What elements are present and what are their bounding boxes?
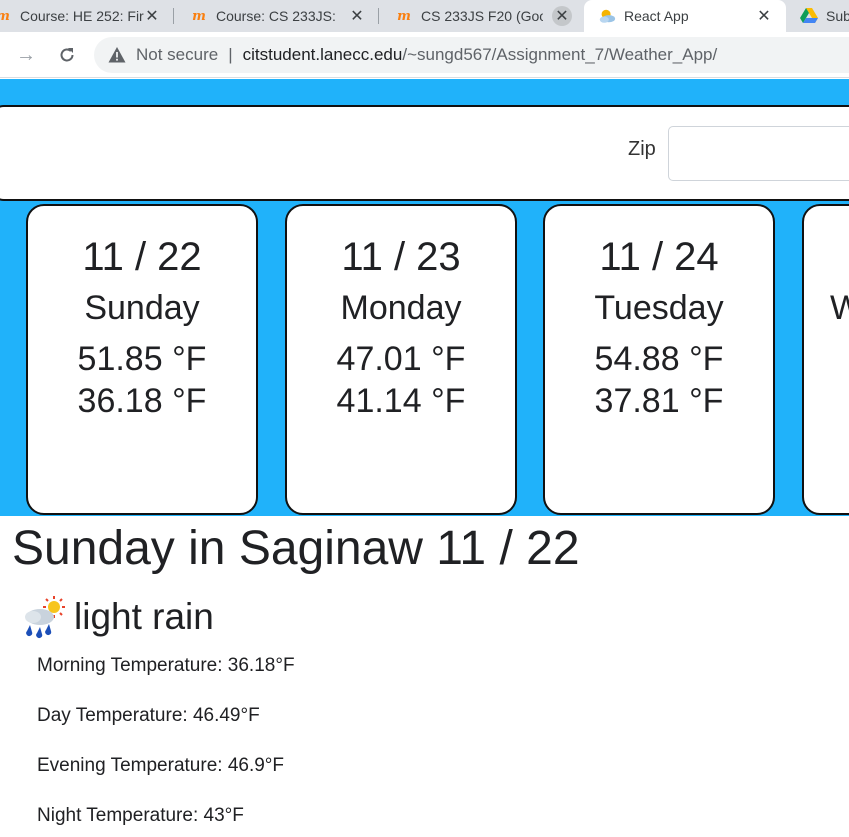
forecast-card[interactable]: 11 / 22 Sunday 51.85 °F 36.18 °F	[26, 204, 258, 515]
forecast-card[interactable]: 11 / 24 Tuesday 54.88 °F 37.81 °F	[543, 204, 775, 515]
detail-title: Sunday in Saginaw 11 / 22	[12, 522, 580, 575]
moodle-icon: m	[0, 7, 12, 25]
tab-course-cs233js[interactable]: m Course: CS 233JS: F ✕	[174, 0, 379, 32]
card-date: 11 / 22	[82, 235, 202, 279]
card-day: Tuesday	[594, 289, 724, 327]
url-host: citstudent.lanecc.edu	[242, 45, 403, 64]
card-low-temp: 37.81 °F	[594, 382, 724, 420]
close-icon[interactable]: ✕	[347, 6, 367, 26]
card-high-temp: 51.85 °F	[77, 340, 207, 378]
card-day: Monday	[340, 289, 462, 327]
warning-icon[interactable]	[108, 46, 126, 64]
tab-strip: m Course: HE 252: Fir ✕ m Course: CS 233…	[0, 0, 849, 32]
tab-title: Course: HE 252: Fir	[20, 8, 144, 24]
reload-button[interactable]	[53, 41, 81, 69]
card-date	[830, 234, 849, 280]
card-low-temp: 41.14 °F	[336, 382, 466, 420]
card-day: Sunday	[84, 289, 200, 327]
card-date: 11 / 24	[599, 235, 719, 279]
forecast-card[interactable]: 11 / 23 Monday 47.01 °F 41.14 °F	[285, 204, 517, 515]
zip-input[interactable]	[668, 126, 849, 181]
tab-title: React App	[624, 8, 689, 24]
tab-title: Course: CS 233JS: F	[216, 8, 336, 24]
tab-react-app[interactable]: React App ✕	[584, 0, 786, 32]
browser-toolbar: → Not secure | citstudent.lanecc.edu/~su…	[0, 32, 849, 78]
weather-description: light rain	[74, 596, 214, 637]
weather-icon	[598, 7, 616, 25]
card-high-temp: 47.01 °F	[336, 340, 466, 378]
url-divider: |	[228, 45, 233, 64]
zip-label: Zip	[628, 138, 656, 160]
address-bar[interactable]: Not secure | citstudent.lanecc.edu/~sung…	[94, 37, 849, 73]
tab-course-he252[interactable]: m Course: HE 252: Fir ✕	[0, 0, 174, 32]
moodle-icon: m	[397, 8, 411, 24]
forward-button[interactable]: →	[12, 41, 40, 69]
url-path: /~sungd567/Assignment_7/Weather_App/	[402, 45, 718, 64]
close-icon[interactable]: ✕	[552, 6, 572, 26]
tab-cs233js-f20[interactable]: m CS 233JS F20 (Goo ✕	[379, 0, 584, 32]
morning-temperature: Morning Temperature: 36.18°F	[37, 655, 295, 676]
card-low-temp: 36.18 °F	[77, 382, 207, 420]
tab-title: CS 233JS F20 (Goo	[421, 8, 543, 24]
close-icon[interactable]: ✕	[754, 6, 774, 26]
forecast-card[interactable]: W	[802, 204, 849, 515]
card-day: W	[830, 289, 849, 327]
tab-sub[interactable]: Sub	[786, 0, 849, 32]
reload-icon	[60, 48, 74, 62]
security-label[interactable]: Not secure	[136, 45, 218, 65]
weather-summary: light rain	[20, 593, 214, 641]
close-icon[interactable]: ✕	[142, 6, 162, 26]
google-drive-icon	[800, 7, 818, 25]
night-temperature: Night Temperature: 43°F	[37, 805, 244, 826]
day-temperature: Day Temperature: 46.49°F	[37, 705, 260, 726]
moodle-icon: m	[192, 8, 206, 24]
evening-temperature: Evening Temperature: 46.9°F	[37, 755, 284, 776]
card-date: 11 / 23	[341, 235, 461, 279]
light-rain-icon	[25, 596, 65, 639]
page-content: Zip 11 / 22 Sunday 51.85 °F 36.18 °F 11 …	[0, 79, 849, 837]
card-high-temp: 54.88 °F	[594, 340, 724, 378]
tab-title: Sub	[826, 8, 849, 24]
